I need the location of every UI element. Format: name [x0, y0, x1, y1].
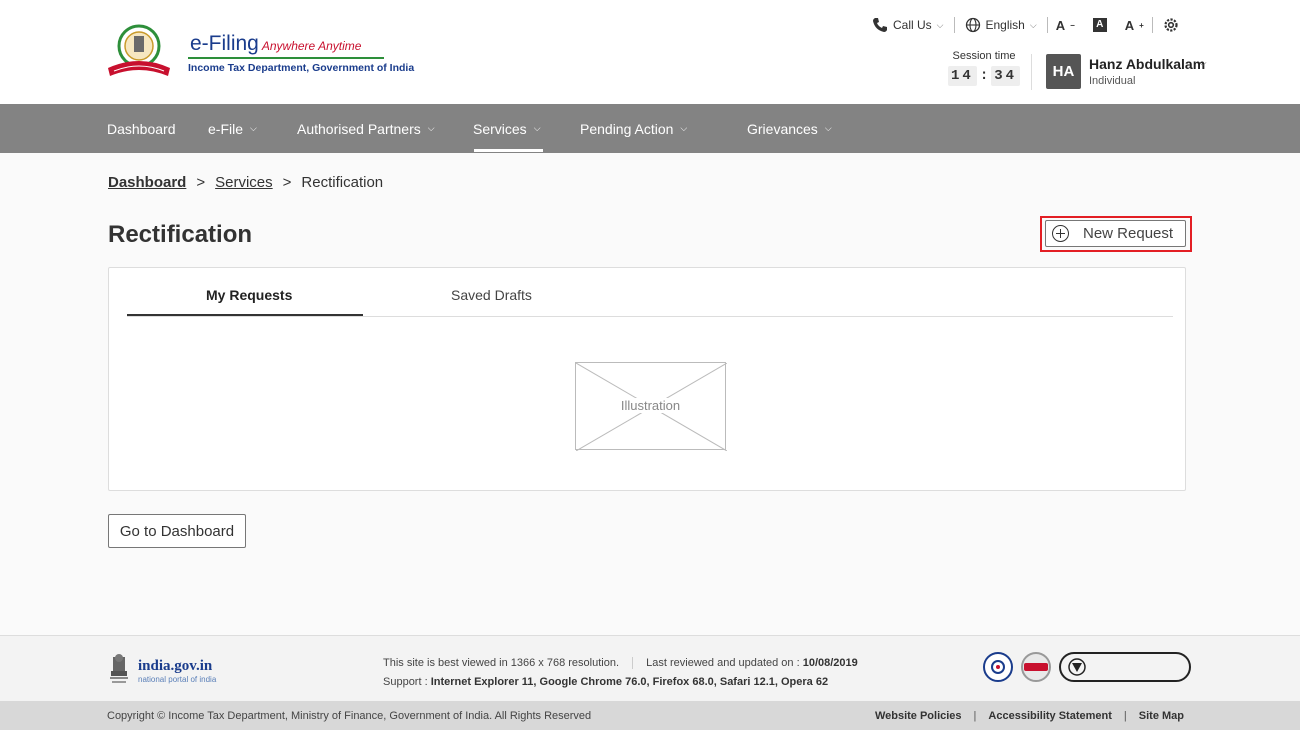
breadcrumb-dashboard-link[interactable]: Dashboard: [108, 174, 186, 191]
iso-certification-badge-icon: [1059, 652, 1191, 682]
utility-toolbar: Call Us ⌵ English ⌵ A − A A +: [862, 15, 1189, 35]
nav-item-dashboard[interactable]: Dashboard: [107, 104, 176, 153]
brand-title: e-Filing Anywhere Anytime: [190, 32, 362, 55]
footer-divider: [632, 657, 634, 670]
font-increase-button[interactable]: A +: [1117, 15, 1152, 35]
session-time: 14 : 34: [948, 66, 1021, 86]
site-map-link[interactable]: Site Map: [1139, 710, 1184, 722]
call-us-menu[interactable]: Call Us ⌵: [862, 15, 954, 35]
call-us-label: Call Us: [893, 18, 932, 32]
header: e-Filing Anywhere Anytime Income Tax Depa…: [0, 0, 1300, 104]
tab-my-requests[interactable]: My Requests: [206, 287, 292, 303]
breadcrumb-current: Rectification: [301, 174, 384, 191]
national-emblem-icon[interactable]: [108, 653, 130, 687]
avatar[interactable]: HA: [1046, 54, 1081, 89]
settings-icon: [1164, 18, 1178, 32]
india-gov-link[interactable]: india.gov.in: [138, 658, 212, 675]
language-label: English: [985, 18, 1025, 32]
accessibility-statement-link[interactable]: Accessibility Statement: [988, 710, 1112, 722]
new-request-button[interactable]: New Request: [1045, 220, 1186, 247]
new-request-label: New Request: [1083, 225, 1174, 242]
session-minutes: 14: [948, 66, 977, 86]
font-reset-label: A: [1092, 18, 1107, 32]
footer-link-separator: |: [973, 710, 977, 722]
page-title: Rectification: [108, 221, 253, 248]
nav-active-indicator: [474, 149, 543, 152]
efiling-logo[interactable]: e-Filing Anywhere Anytime Income Tax Depa…: [104, 24, 414, 84]
nav-item-grievances[interactable]: Grievances ⌵: [747, 104, 832, 153]
chevron-down-icon[interactable]: ⌵: [1199, 58, 1207, 69]
chevron-down-icon: ⌵: [427, 123, 435, 133]
session-label: Session time: [952, 50, 1016, 62]
phone-icon: [873, 18, 887, 32]
breadcrumb-services-link[interactable]: Services: [215, 174, 273, 191]
empty-state-illustration: Illustration: [575, 362, 727, 451]
footer-links: Website Policies | Accessibility Stateme…: [875, 710, 1184, 722]
chevron-down-icon: ⌵: [936, 19, 944, 30]
session-timer: Session time 14 : 34: [948, 50, 1021, 86]
brand-subtitle: Income Tax Department, Government of Ind…: [188, 62, 415, 74]
footer: india.gov.in national portal of india Th…: [0, 635, 1300, 701]
chevron-down-icon: ⌵: [680, 123, 688, 133]
chevron-down-icon: ⌵: [1029, 19, 1037, 30]
copyright-bar: Copyright © Income Tax Department, Minis…: [0, 701, 1300, 730]
resolution-note: This site is best viewed in 1366 x 768 r…: [383, 657, 620, 669]
chevron-down-icon: ⌵: [533, 123, 541, 133]
breadcrumb: Dashboard > Services > Rectification: [108, 174, 383, 191]
settings-button[interactable]: [1153, 15, 1189, 35]
chevron-down-icon: ⌵: [824, 123, 832, 133]
brand-divider: [188, 57, 384, 59]
certification-badges: [983, 652, 1191, 682]
india-gov-subtitle: national portal of india: [138, 675, 217, 684]
language-menu[interactable]: English ⌵: [955, 15, 1047, 35]
last-reviewed-label: Last reviewed and updated on :: [646, 657, 803, 669]
support-label: Support :: [383, 676, 431, 688]
user-name[interactable]: Hanz Abdulkalam: [1089, 56, 1205, 72]
go-to-dashboard-button[interactable]: Go to Dashboard: [108, 514, 246, 548]
header-divider: [1031, 54, 1032, 90]
footer-info: This site is best viewed in 1366 x 768 r…: [383, 654, 858, 692]
requests-card: My Requests Saved Drafts Illustration: [108, 267, 1186, 491]
main-nav: Dashboard e-File ⌵ Authorised Partners ⌵ S…: [0, 104, 1300, 153]
support-browsers: Internet Explorer 11, Google Chrome 76.0…: [430, 676, 829, 688]
session-colon: :: [979, 68, 989, 84]
last-reviewed-date: 10/08/2019: [802, 657, 858, 669]
stqc-badge-icon: [983, 652, 1013, 682]
globe-icon: [965, 17, 980, 33]
breadcrumb-separator: >: [196, 174, 206, 191]
nav-item-efile[interactable]: e-File ⌵: [208, 104, 257, 153]
breadcrumb-separator: >: [282, 174, 292, 191]
plus-circle-icon: [1052, 225, 1069, 242]
website-policies-link[interactable]: Website Policies: [875, 710, 962, 722]
nav-item-pending-action[interactable]: Pending Action ⌵: [580, 104, 687, 153]
brand-tagline: Anywhere Anytime: [261, 39, 362, 53]
entrust-badge-icon: [1021, 652, 1051, 682]
session-seconds: 34: [991, 66, 1021, 86]
chevron-down-icon: ⌵: [250, 123, 257, 133]
copyright-text: Copyright © Income Tax Department, Minis…: [107, 710, 592, 722]
tab-active-underline: [127, 314, 363, 316]
font-decrease-button[interactable]: A −: [1048, 15, 1083, 35]
nav-item-services[interactable]: Services ⌵: [473, 104, 541, 153]
nav-item-authorised-partners[interactable]: Authorised Partners ⌵: [297, 104, 435, 153]
user-role: Individual: [1089, 75, 1136, 87]
footer-link-separator: |: [1123, 710, 1127, 722]
tab-divider: [127, 316, 1173, 317]
illustration-label: Illustration: [618, 398, 683, 413]
tab-saved-drafts[interactable]: Saved Drafts: [451, 287, 532, 303]
income-tax-emblem-icon: [108, 24, 170, 76]
font-reset-button[interactable]: A: [1083, 15, 1117, 35]
